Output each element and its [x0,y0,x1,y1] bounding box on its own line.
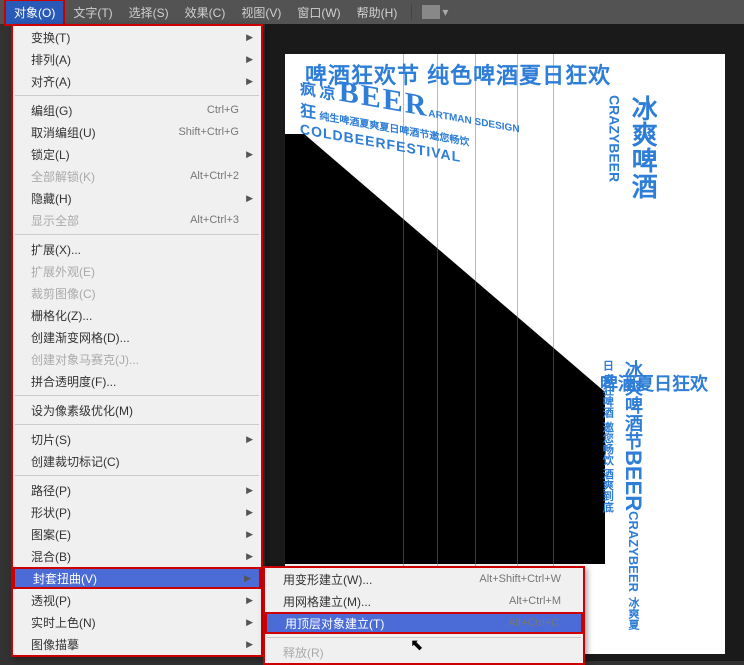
menu-group[interactable]: 编组(G)Ctrl+G [13,99,261,121]
menu-lock[interactable]: 锁定(L)▶ [13,143,261,165]
chevron-down-icon[interactable]: ▾ [442,5,448,19]
workspace-icon[interactable] [422,5,440,19]
menu-hide[interactable]: 隐藏(H)▶ [13,187,261,209]
arrow-right-icon: ▶ [246,434,253,445]
menu-show-all: 显示全部Alt+Ctrl+3 [13,209,261,231]
menu-image-trace[interactable]: 图像描摹▶ [13,633,261,655]
menu-blend[interactable]: 混合(B)▶ [13,545,261,567]
arrow-right-icon: ▶ [246,551,253,562]
arrow-right-icon: ▶ [244,573,251,584]
object-menu: 变换(T)▶ 排列(A)▶ 对齐(A)▶ 编组(G)Ctrl+G 取消编组(U)… [11,24,263,657]
arrow-right-icon: ▶ [246,617,253,628]
submenu-make-top-object[interactable]: 用顶层对象建立(T)Alt+Ctrl+C [265,612,583,634]
arrow-right-icon: ▶ [246,54,253,65]
arrow-right-icon: ▶ [246,639,253,650]
menu-window[interactable]: 窗口(W) [289,1,348,24]
menu-object[interactable]: 对象(O) [4,0,65,26]
menu-crop-image: 裁剪图像(C) [13,282,261,304]
menu-live-paint[interactable]: 实时上色(N)▶ [13,611,261,633]
envelope-submenu: 用变形建立(W)...Alt+Shift+Ctrl+W 用网格建立(M)...A… [263,566,585,665]
menu-expand[interactable]: 扩展(X)... [13,238,261,260]
menu-path[interactable]: 路径(P)▶ [13,479,261,501]
arrow-right-icon: ▶ [246,32,253,43]
menu-mosaic: 创建对象马赛克(J)... [13,348,261,370]
menu-perspective[interactable]: 透视(P)▶ [13,589,261,611]
arrow-right-icon: ▶ [246,76,253,87]
menu-rasterize[interactable]: 栅格化(Z)... [13,304,261,326]
arrow-right-icon: ▶ [246,595,253,606]
menu-view[interactable]: 视图(V) [233,1,289,24]
menu-align[interactable]: 对齐(A)▶ [13,70,261,92]
menu-unlock-all: 全部解锁(K)Alt+Ctrl+2 [13,165,261,187]
menu-shape[interactable]: 形状(P)▶ [13,501,261,523]
vertical-hero-text: 冰爽啤酒CRAZYBEER [600,95,657,199]
menu-type[interactable]: 文字(T) [65,1,120,24]
black-triangle-shape [285,134,605,564]
menu-transform[interactable]: 变换(T)▶ [13,26,261,48]
submenu-make-warp[interactable]: 用变形建立(W)...Alt+Shift+Ctrl+W [265,568,583,590]
submenu-release: 释放(R) [265,641,583,663]
menu-trim-marks[interactable]: 创建裁切标记(C) [13,450,261,472]
main-menubar: 对象(O) 文字(T) 选择(S) 效果(C) 视图(V) 窗口(W) 帮助(H… [0,0,744,24]
menu-flatten[interactable]: 拼合透明度(F)... [13,370,261,392]
menu-arrange[interactable]: 排列(A)▶ [13,48,261,70]
menu-select[interactable]: 选择(S) [121,1,177,24]
menu-pattern[interactable]: 图案(E)▶ [13,523,261,545]
menu-expand-appearance: 扩展外观(E) [13,260,261,282]
menu-pixel-perfect[interactable]: 设为像素级优化(M) [13,399,261,421]
vertical-text-group: 冰爽啤酒节BEERCRAZYBEER 冰爽夏日 疯狂啤酒 邀您畅饮 酒爽到底 [595,360,647,640]
submenu-make-mesh[interactable]: 用网格建立(M)...Alt+Ctrl+M [265,590,583,612]
arrow-right-icon: ▶ [246,485,253,496]
arrow-right-icon: ▶ [246,529,253,540]
menu-ungroup[interactable]: 取消编组(U)Shift+Ctrl+G [13,121,261,143]
arrow-right-icon: ▶ [246,507,253,518]
arrow-right-icon: ▶ [246,149,253,160]
divider [411,4,412,20]
menu-envelope-distort[interactable]: 封套扭曲(V)▶ [13,567,261,589]
arrow-right-icon: ▶ [246,193,253,204]
menu-help[interactable]: 帮助(H) [349,1,406,24]
menu-gradient-mesh[interactable]: 创建渐变网格(D)... [13,326,261,348]
menu-effect[interactable]: 效果(C) [177,1,234,24]
menu-slice[interactable]: 切片(S)▶ [13,428,261,450]
